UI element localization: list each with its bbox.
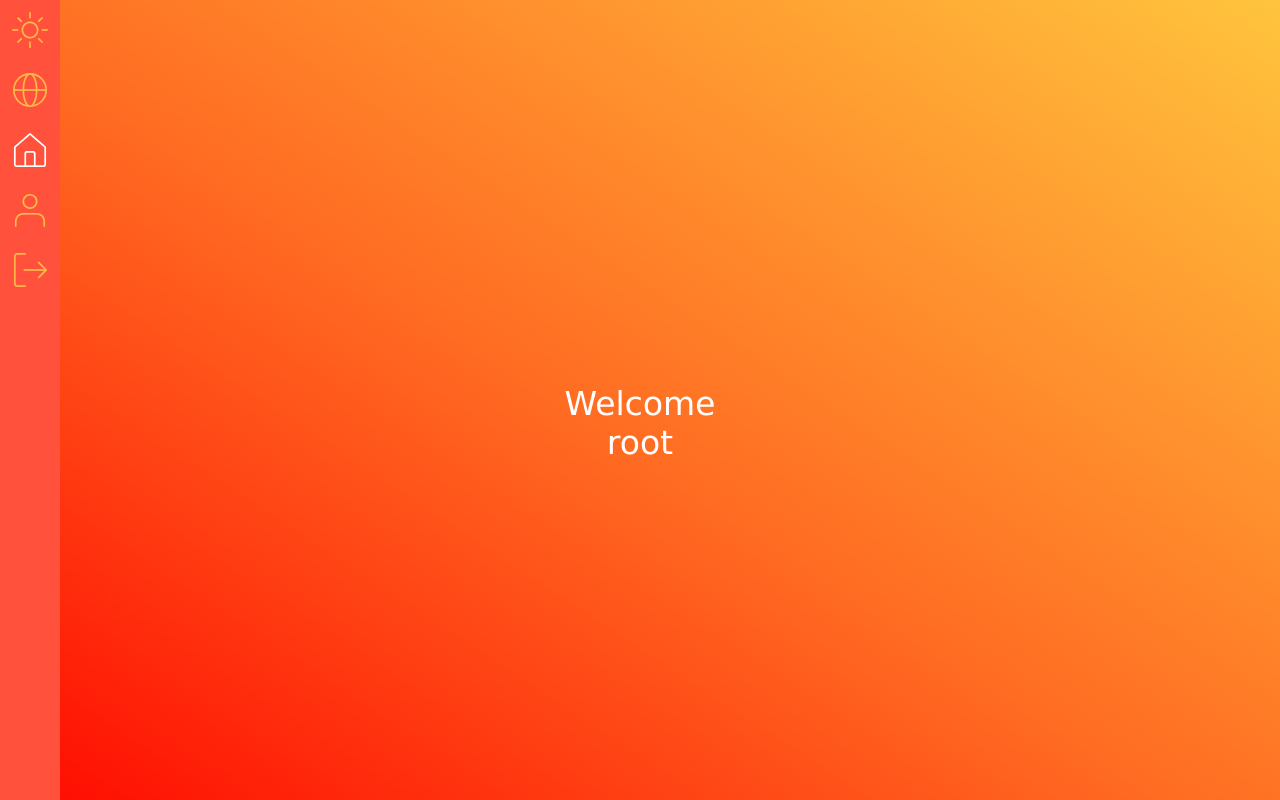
language-button[interactable]: [10, 70, 50, 110]
theme-toggle-button[interactable]: [10, 10, 50, 50]
profile-button[interactable]: [10, 190, 50, 230]
logout-icon: [13, 252, 48, 288]
user-icon: [14, 193, 46, 228]
home-button[interactable]: [10, 130, 50, 170]
welcome-message: Welcome root: [0, 384, 1280, 462]
home-icon: [13, 132, 47, 168]
logout-button[interactable]: [10, 250, 50, 290]
app-window: Welcome root: [0, 0, 1280, 800]
globe-icon: [12, 72, 48, 108]
welcome-line-greeting: Welcome: [564, 384, 716, 424]
sun-icon: [12, 12, 48, 48]
welcome-line-username: root: [606, 423, 674, 463]
